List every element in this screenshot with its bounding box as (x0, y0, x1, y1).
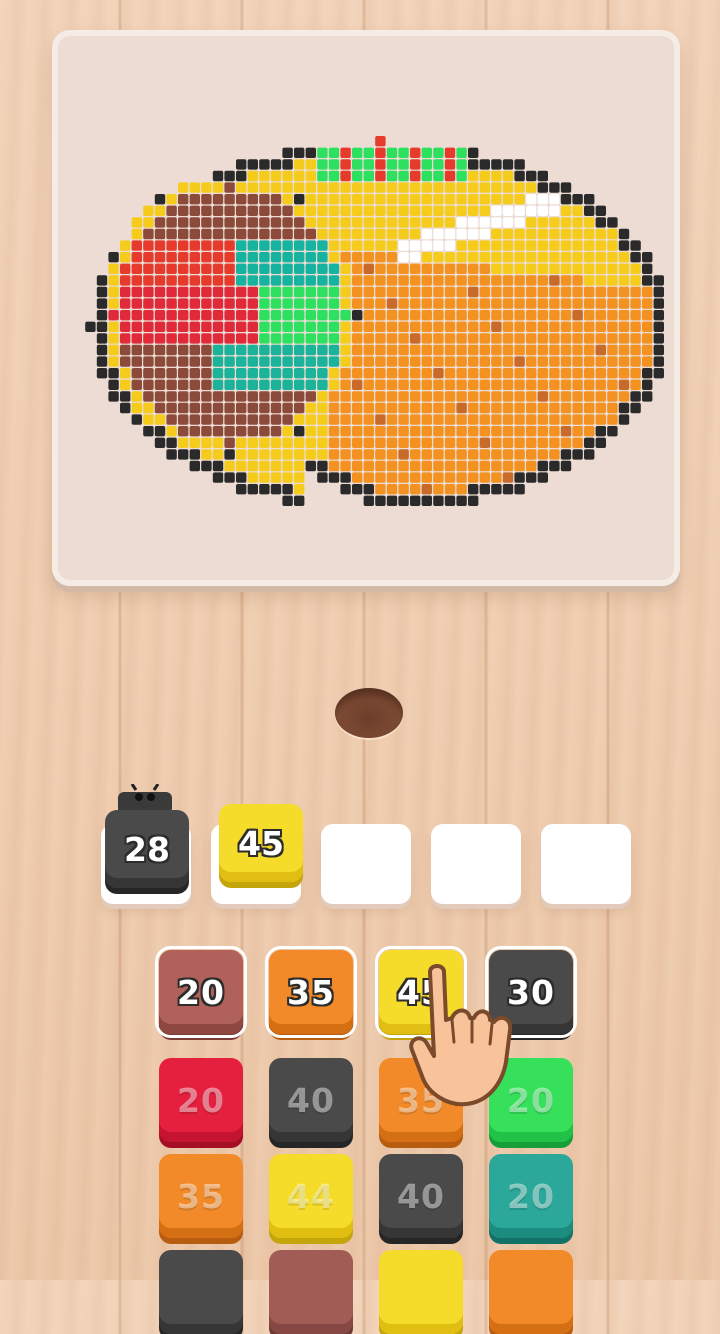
tile-value: 35 (177, 1176, 225, 1216)
tile-value: 35 (287, 972, 335, 1012)
tile-orange-35[interactable]: 35 (265, 946, 357, 1038)
tile-red-20: 20 (159, 1058, 243, 1142)
tile-partial (159, 1250, 243, 1334)
slot-tile-value: 28 (124, 829, 170, 869)
slot-tile-45[interactable]: 45 (219, 804, 303, 882)
tile-yellow-44: 44 (269, 1154, 353, 1238)
pointing-hand-icon (408, 962, 528, 1116)
tile-value: 20 (507, 1176, 555, 1216)
tile-value: 40 (397, 1176, 445, 1216)
tile-dark-40: 40 (379, 1154, 463, 1238)
slot-tile-28[interactable]: 28 (105, 810, 189, 888)
slot-4 (431, 824, 521, 904)
slot-5 (541, 824, 631, 904)
tile-brown-20[interactable]: 20 (155, 946, 247, 1038)
slot-tile-value: 45 (238, 823, 284, 863)
tile-orange-35: 35 (159, 1154, 243, 1238)
tile-value: 40 (287, 1080, 335, 1120)
tile-partial (379, 1250, 463, 1334)
tile-teal-20: 20 (489, 1154, 573, 1238)
taco-pixel-art-icon (85, 136, 664, 506)
tile-value: 20 (177, 1080, 225, 1120)
tile-dark-40: 40 (269, 1058, 353, 1142)
slot-3 (321, 824, 411, 904)
picture-panel (52, 30, 680, 586)
drop-hole (335, 688, 403, 738)
tile-partial (269, 1250, 353, 1334)
tile-partial (489, 1250, 573, 1334)
tile-value: 20 (177, 972, 225, 1012)
tile-value: 44 (287, 1176, 335, 1216)
